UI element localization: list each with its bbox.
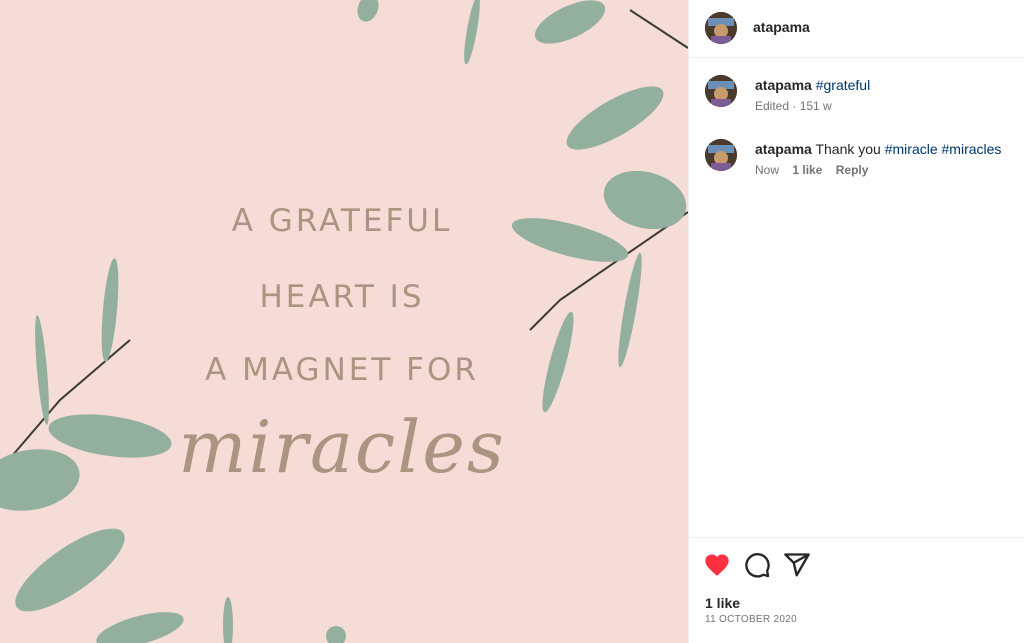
post-image: A GRATEFUL HEART IS A MAGNET FOR miracle… (0, 0, 688, 643)
like-button[interactable] (703, 551, 731, 579)
hashtag-link[interactable]: #miracle (885, 141, 938, 157)
likes-count[interactable]: 1 like (705, 595, 740, 611)
avatar[interactable] (705, 139, 737, 171)
comment-likes-link[interactable]: 1 like (792, 163, 822, 177)
avatar-image (705, 139, 737, 171)
comment-username[interactable]: atapama (755, 141, 812, 157)
quote-line: A MAGNET FOR (205, 352, 479, 388)
avatar[interactable] (705, 75, 737, 107)
post-side-panel: atapama atapama #grateful Edited · 151 w (688, 0, 1024, 643)
comment-meta: Now 1 like Reply (755, 163, 868, 177)
comment-text: atapama Thank you #miracle #miracles (755, 140, 1001, 158)
comment-body: Thank you (815, 141, 881, 157)
quote-script-word: miracles (178, 405, 506, 489)
avatar[interactable] (705, 12, 737, 44)
share-button[interactable] (783, 551, 811, 579)
post-header: atapama (689, 0, 1024, 58)
quote-line: A GRATEFUL (231, 203, 453, 239)
comment-icon (745, 553, 770, 578)
quote-text-block: A GRATEFUL HEART IS A MAGNET FOR miracle… (0, 0, 684, 643)
hashtag-link[interactable]: #grateful (816, 77, 870, 93)
username-link[interactable]: atapama (753, 19, 810, 35)
comment-meta: Edited · 151 w (755, 99, 832, 113)
post-actions-bar: 1 like 11 OCTOBER 2020 (689, 537, 1024, 643)
quote-line: HEART IS (259, 279, 425, 315)
comment-button[interactable] (743, 551, 771, 579)
reply-button[interactable]: Reply (836, 163, 869, 177)
avatar-image (705, 12, 737, 44)
comment-username[interactable]: atapama (755, 77, 812, 93)
post-date: 11 OCTOBER 2020 (705, 614, 797, 625)
comment-time: Now (755, 163, 780, 177)
comment-text: atapama #grateful (755, 76, 870, 94)
share-icon (784, 553, 810, 577)
hashtag-link[interactable]: #miracles (942, 141, 1002, 157)
avatar-image (705, 75, 737, 107)
heart-icon (705, 554, 729, 576)
